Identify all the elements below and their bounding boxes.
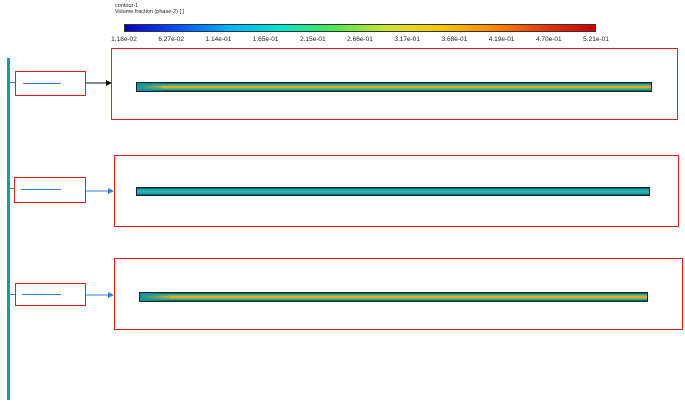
colorbar-tick-label: 3.68e-01 xyxy=(441,36,468,43)
label-leader-2 xyxy=(21,189,61,190)
label-leader-3 xyxy=(22,294,61,295)
colorbar-tick-label: 2.66e-01 xyxy=(347,36,373,43)
colorbar-tick-label: 5.21e-01 xyxy=(583,36,609,43)
label-leader-1 xyxy=(23,83,61,84)
colorbar-tick-label: 3.17e-01 xyxy=(394,36,421,43)
pipe-contour-3 xyxy=(139,292,648,302)
colorbar-tick-label: 1.65e-01 xyxy=(252,36,279,43)
colorbar-tick-label: 4.70e-01 xyxy=(535,36,562,43)
colorbar-tick-label: 2.15e-01 xyxy=(299,36,326,43)
colorbar-tick-label: 1.18e-02 xyxy=(111,36,137,43)
contour-variable: Volume fraction (phase-2) [ ] xyxy=(115,9,185,15)
colorbar-tick-label: 6.27e-02 xyxy=(158,36,185,43)
pipe-contour-2 xyxy=(136,187,650,196)
arrow-3 xyxy=(86,292,114,298)
colorbar xyxy=(124,24,596,32)
label-box-1 xyxy=(15,71,86,96)
colorbar-tick-label: 1.14e-01 xyxy=(205,36,232,43)
pipe-contour-1 xyxy=(136,82,652,92)
arrow-2 xyxy=(86,188,114,194)
main-trunk-line xyxy=(7,58,10,400)
label-box-2 xyxy=(14,177,86,203)
arrow-1 xyxy=(86,80,112,86)
label-box-3 xyxy=(15,283,86,306)
colorbar-tick-label: 4.19e-01 xyxy=(488,36,515,43)
